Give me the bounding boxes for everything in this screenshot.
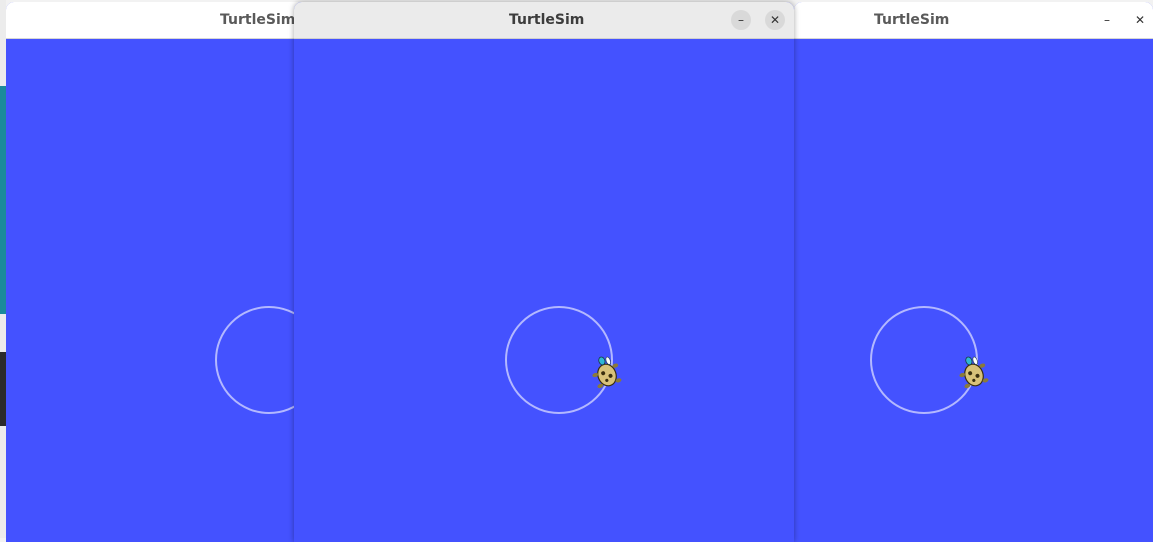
window-titlebar[interactable]: TurtleSim bbox=[6, 2, 306, 39]
turtle-icon bbox=[959, 356, 989, 389]
turtle-path-circle bbox=[215, 306, 306, 414]
turtle-path-circle bbox=[505, 306, 613, 414]
minimize-icon[interactable]: – bbox=[731, 10, 751, 30]
turtle-scene bbox=[505, 306, 622, 414]
turtlesim-window-right[interactable]: TurtleSim – ✕ bbox=[794, 2, 1153, 542]
window-title: TurtleSim bbox=[509, 12, 585, 28]
window-title: TurtleSim bbox=[874, 12, 950, 28]
minimize-icon[interactable]: – bbox=[1097, 10, 1117, 30]
turtle-icon bbox=[592, 356, 622, 389]
window-title: TurtleSim bbox=[220, 12, 296, 28]
close-icon[interactable]: ✕ bbox=[765, 10, 785, 30]
window-titlebar[interactable]: TurtleSim – ✕ bbox=[794, 2, 1153, 39]
turtlesim-window-left[interactable]: TurtleSim bbox=[6, 2, 306, 542]
turtle-canvas bbox=[794, 39, 1153, 542]
turtle-scene bbox=[215, 306, 306, 414]
window-titlebar[interactable]: TurtleSim – ✕ bbox=[294, 2, 794, 39]
turtle-canvas bbox=[6, 39, 306, 542]
close-icon[interactable]: ✕ bbox=[1130, 10, 1150, 30]
turtle-canvas bbox=[294, 39, 794, 542]
turtlesim-window-active[interactable]: TurtleSim – ✕ bbox=[294, 2, 794, 542]
turtle-path-circle bbox=[870, 306, 978, 414]
turtle-scene bbox=[870, 306, 989, 414]
